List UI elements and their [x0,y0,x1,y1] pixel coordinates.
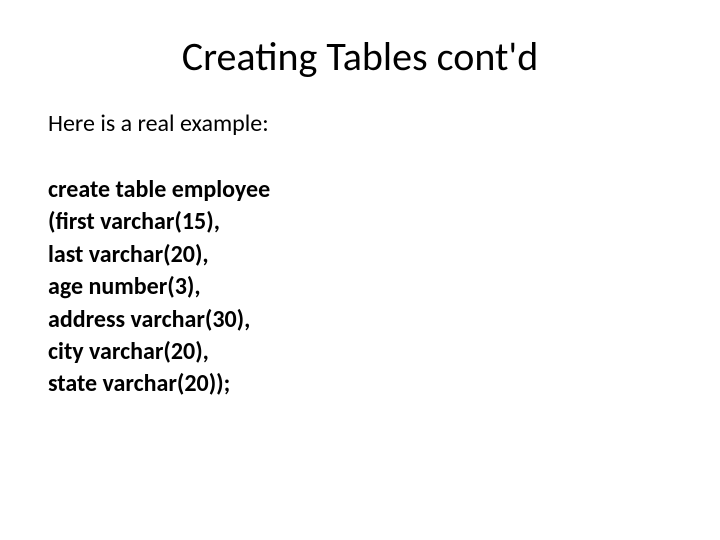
code-line: (first varchar(15), [48,206,672,238]
code-line: address varchar(30), [48,304,672,336]
slide: Creating Tables cont'd Here is a real ex… [0,0,720,540]
slide-title: Creating Tables cont'd [48,32,672,81]
code-line: city varchar(20), [48,336,672,368]
intro-text: Here is a real example: [48,109,672,138]
code-line: state varchar(20)); [48,368,672,400]
code-line: age number(3), [48,271,672,303]
sql-code-block: create table employee (first varchar(15)… [48,174,672,401]
code-line: last varchar(20), [48,239,672,271]
code-line: create table employee [48,174,672,206]
